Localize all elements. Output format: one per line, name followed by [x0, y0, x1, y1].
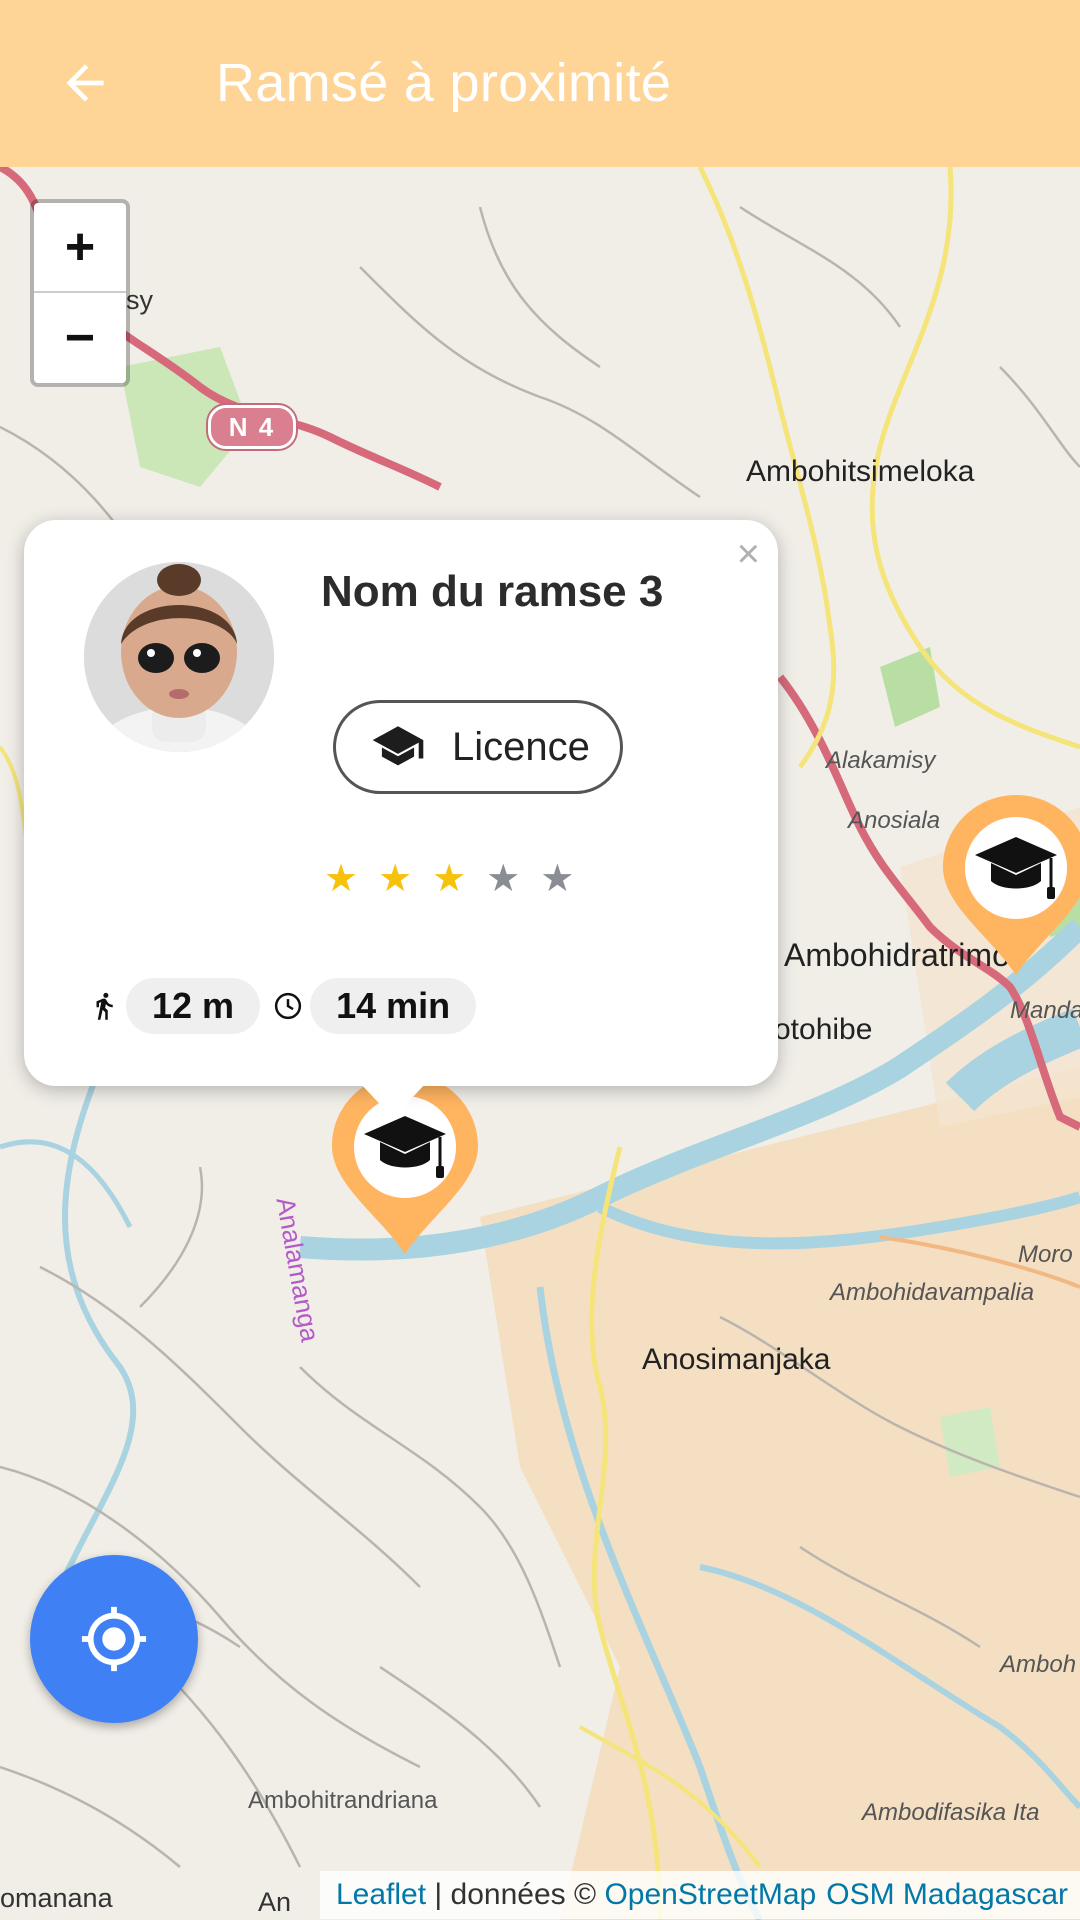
back-button[interactable]: [52, 50, 118, 116]
star-filled-icon: ★: [324, 858, 359, 900]
level-chip[interactable]: Licence: [333, 700, 623, 794]
map-label: Amboh: [1000, 1651, 1077, 1678]
avatar-illustration: [84, 562, 274, 752]
graduation-cap-icon: [372, 726, 424, 766]
star-filled-icon: ★: [378, 858, 413, 900]
map-label: Manda: [1010, 997, 1080, 1024]
page-title: Ramsé à proximité: [216, 53, 672, 113]
rating-stars: ★ ★ ★ ★ ★: [324, 860, 574, 898]
map-label: Ambohitrandriana: [248, 1787, 438, 1814]
map-label: Ambohitsimeloka: [746, 455, 975, 488]
app-bar: Ramsé à proximité: [0, 0, 1080, 167]
graduation-cap-icon: [975, 837, 1057, 899]
osm-madagascar-link[interactable]: OSM Madagascar: [826, 1878, 1068, 1912]
map-label: sy: [126, 285, 153, 315]
zoom-out-button[interactable]: −: [34, 293, 126, 383]
ramse-popup: × Nom du ramse 3 Licence ★ ★ ★ ★ ★ 12 m …: [24, 520, 778, 1086]
attribution-text: | données ©: [426, 1878, 605, 1911]
level-label: Licence: [452, 724, 590, 769]
clock-icon: [270, 986, 306, 1026]
map-label: An: [258, 1887, 292, 1917]
duration-value: 14 min: [310, 978, 477, 1034]
road-shield: N 4: [208, 405, 296, 449]
zoom-control: + −: [30, 199, 130, 387]
ramse-name: Nom du ramse 3: [321, 567, 664, 616]
map-label: Ambodifasika Ita: [862, 1799, 1040, 1826]
my-location-icon: [81, 1606, 147, 1672]
map-label: Moro: [1018, 1241, 1073, 1268]
map-label: Anosimanjaka: [642, 1343, 831, 1376]
map-label: Ambohidavampalia: [830, 1279, 1035, 1306]
ramse-marker[interactable]: [943, 795, 1080, 975]
star-empty-icon: ★: [540, 858, 575, 900]
zoom-in-button[interactable]: +: [34, 203, 126, 293]
star-filled-icon: ★: [432, 858, 467, 900]
leaflet-link[interactable]: Leaflet: [336, 1878, 426, 1912]
star-empty-icon: ★: [486, 858, 521, 900]
distance-value: 12 m: [126, 978, 261, 1034]
walking-icon: [86, 986, 122, 1026]
arrow-left-icon: [66, 64, 104, 102]
close-popup-button[interactable]: ×: [737, 534, 760, 574]
map-label: omanana: [0, 1883, 113, 1913]
locate-me-button[interactable]: [30, 1555, 198, 1723]
openstreetmap-link[interactable]: OpenStreetMap: [604, 1878, 816, 1912]
graduation-cap-icon: [364, 1116, 446, 1178]
popup-tip: [359, 1082, 427, 1118]
map-label: otohibe: [774, 1013, 873, 1046]
map-label: Alakamisy: [826, 747, 936, 774]
map-label: Anosiala: [848, 807, 941, 834]
distance-duration-row: 12 m 14 min: [86, 978, 477, 1034]
map-attribution: Leaflet | données © OpenStreetMap OSM Ma…: [320, 1871, 1080, 1919]
avatar: [84, 562, 274, 752]
